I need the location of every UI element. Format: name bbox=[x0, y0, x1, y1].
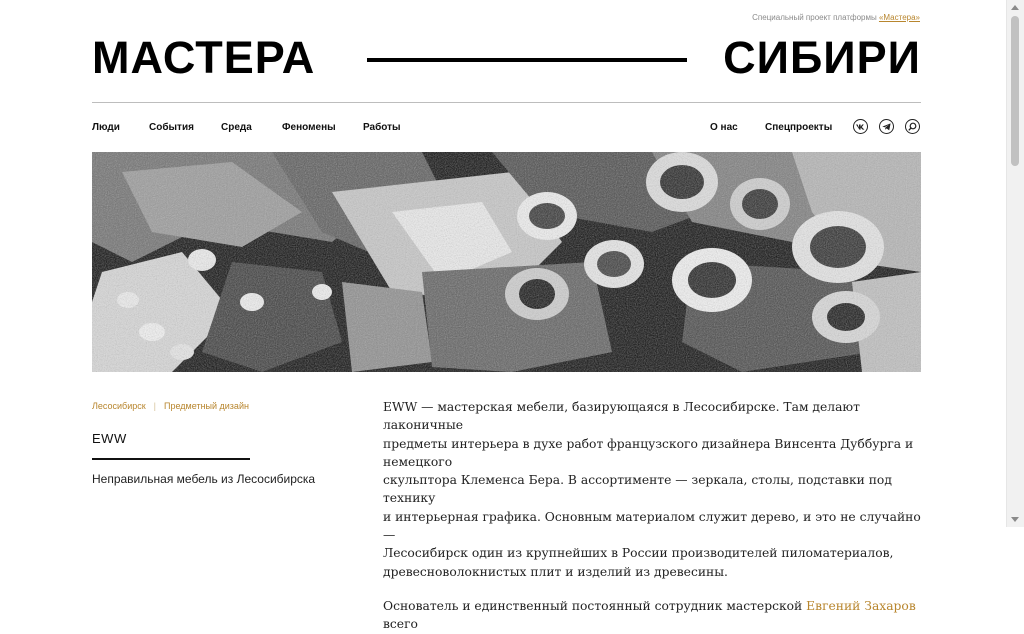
project-link[interactable]: «Мастера» bbox=[879, 13, 920, 22]
paragraph-1: EWW — мастерская мебели, базирующаяся в … bbox=[383, 398, 923, 581]
nav-item-people[interactable]: Люди bbox=[92, 122, 120, 133]
scroll-up-arrow-icon[interactable] bbox=[1011, 5, 1019, 10]
tag-category[interactable]: Предметный дизайн bbox=[164, 401, 249, 411]
header-divider bbox=[92, 102, 921, 103]
paragraph-1-line: древесноволокнистых плит и изделий из др… bbox=[383, 564, 728, 579]
person-link[interactable]: Евгений Захаров bbox=[806, 599, 916, 613]
project-note-text: Специальный проект платформы bbox=[752, 13, 877, 22]
logo-right-word: СИБИРИ bbox=[723, 32, 921, 83]
title-underline bbox=[92, 458, 250, 460]
scrollbar-thumb[interactable] bbox=[1011, 16, 1019, 166]
paragraph-1-line: EWW — мастерская мебели, базирующаяся в … bbox=[383, 400, 860, 433]
article-body: EWW — мастерская мебели, базирующаяся в … bbox=[383, 398, 923, 634]
paragraph-1-line: предметы интерьера в духе работ французс… bbox=[383, 436, 914, 469]
scroll-down-arrow-icon[interactable] bbox=[1011, 517, 1019, 522]
special-project-note: Специальный проект платформы «Мастера» bbox=[752, 13, 920, 22]
article-tags: Лесосибирск | Предметный дизайн bbox=[92, 401, 249, 411]
logo-line bbox=[367, 58, 687, 62]
nav-item-events[interactable]: События bbox=[149, 122, 194, 133]
nav-item-special-projects[interactable]: Спецпроекты bbox=[765, 122, 832, 133]
nav-item-works[interactable]: Работы bbox=[363, 122, 401, 133]
paragraph-2: Основатель и единственный постоянный сот… bbox=[383, 597, 923, 634]
paragraph-1-line: и интерьерная графика. Основным материал… bbox=[383, 509, 921, 543]
search-icon[interactable] bbox=[905, 119, 920, 134]
logo-left-word: МАСТЕРА bbox=[92, 32, 316, 83]
vk-icon[interactable] bbox=[853, 119, 868, 134]
hero-image bbox=[92, 152, 921, 372]
article-subtitle: Неправильная мебель из Лесосибирска bbox=[92, 472, 316, 486]
paragraph-1-line: Лесосибирск один из крупнейших в России … bbox=[383, 546, 894, 561]
tag-separator: | bbox=[153, 401, 157, 411]
paragraph-2-end: всего bbox=[383, 617, 418, 632]
telegram-icon[interactable] bbox=[879, 119, 894, 134]
vertical-scrollbar[interactable] bbox=[1006, 0, 1024, 527]
nav-item-environment[interactable]: Среда bbox=[221, 122, 252, 133]
nav-item-phenomena[interactable]: Феномены bbox=[282, 122, 336, 133]
paragraph-2-start: Основатель и единственный постоянный сот… bbox=[383, 598, 803, 613]
tag-city[interactable]: Лесосибирск bbox=[92, 401, 146, 411]
site-logo[interactable]: МАСТЕРА СИБИРИ bbox=[92, 32, 921, 83]
article-title: EWW bbox=[92, 431, 127, 446]
paragraph-1-line: скульптора Клеменса Бера. В ассортименте… bbox=[383, 473, 892, 506]
nav-item-about[interactable]: О нас bbox=[710, 122, 738, 133]
